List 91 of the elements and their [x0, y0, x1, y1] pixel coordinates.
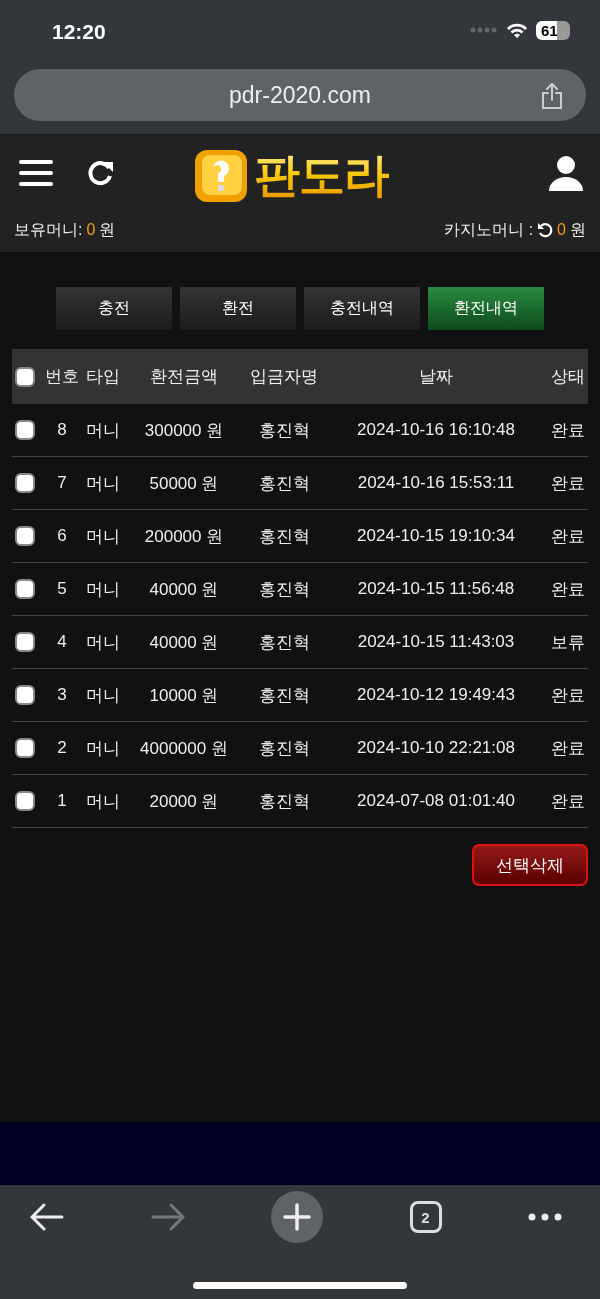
table-cell-text: 20000 원	[148, 790, 220, 813]
wallet-unit: 원	[99, 219, 116, 240]
back-arrow-icon[interactable]	[30, 1203, 64, 1231]
delete-selected-button[interactable]: 선택삭제	[472, 844, 588, 886]
table-cell-text: 2024-10-15 19:10:34	[356, 526, 516, 546]
wallet-label: 보유머니:	[14, 219, 83, 240]
table-cell-text: 홍진혁	[257, 790, 311, 813]
row-checkbox[interactable]	[15, 526, 35, 546]
tab[interactable]: 환전내역	[428, 287, 544, 330]
row-checkbox[interactable]	[15, 791, 35, 811]
tab[interactable]: 충전내역	[304, 287, 420, 330]
table-cell-text: 2024-10-15 11:56:48	[356, 579, 516, 599]
url-text: pdr-2020.com	[229, 81, 371, 109]
table-cell-text: 300000 원	[143, 419, 225, 442]
table-cell-text: 2024-10-12 19:49:43	[356, 685, 516, 705]
table-cell-text: 2	[56, 738, 68, 758]
new-tab-icon[interactable]	[271, 1191, 323, 1243]
tab[interactable]: 환전	[180, 287, 296, 330]
tab-count-icon[interactable]: 2	[409, 1201, 442, 1233]
table-cell-text: 머니	[85, 419, 121, 442]
table-cell-text: 홍진혁	[257, 631, 311, 654]
table-cell-text: 홍진혁	[257, 472, 311, 495]
row-checkbox[interactable]	[15, 685, 35, 705]
table-cell-text: 보류	[550, 631, 586, 654]
table-cell-text: 2024-10-10 22:21:08	[356, 738, 516, 758]
table-cell-text: 200000 원	[143, 525, 225, 548]
table-cell-text: 머니	[85, 578, 121, 601]
table-cell-text: 3	[56, 685, 68, 705]
more-icon[interactable]	[528, 1213, 562, 1221]
table-cell-text: 머니	[85, 790, 121, 813]
table-cell-text: 4000000 원	[139, 737, 229, 760]
table-cell-text: 7	[56, 473, 68, 493]
table-cell-text: 완료	[550, 578, 586, 601]
tab[interactable]: 충전	[56, 287, 172, 330]
casino-label: 카지노머니 :	[444, 219, 534, 240]
forward-arrow-icon[interactable]	[150, 1203, 185, 1231]
row-checkbox[interactable]	[15, 632, 35, 652]
table-cell-text: 40000 원	[148, 631, 220, 654]
row-checkbox[interactable]	[15, 738, 35, 758]
table-cell-text: 홍진혁	[257, 578, 311, 601]
table-cell-text: 2024-10-16 16:10:48	[356, 420, 516, 440]
table-cell-text: 1	[56, 791, 68, 811]
signal-icon	[470, 27, 498, 33]
table-cell-text: 홍진혁	[257, 419, 311, 442]
column-header: 상태	[550, 366, 586, 388]
row-checkbox[interactable]	[15, 579, 35, 599]
row-checkbox[interactable]	[15, 420, 35, 440]
wallet-amount: 0	[86, 221, 96, 239]
question-cube-icon	[192, 147, 250, 205]
refresh-icon[interactable]	[537, 222, 554, 238]
table-cell-text: 머니	[85, 472, 121, 495]
table-cell-text: 2024-10-15 11:43:03	[356, 632, 516, 652]
refresh-icon[interactable]	[87, 158, 115, 187]
battery-icon: 61	[536, 20, 570, 40]
table-cell-text: 40000 원	[148, 578, 220, 601]
row-checkbox[interactable]	[15, 473, 35, 493]
table-cell-text: 머니	[85, 525, 121, 548]
share-icon[interactable]	[540, 82, 564, 110]
user-icon[interactable]	[549, 154, 583, 191]
table-cell-text: 완료	[550, 790, 586, 813]
table-cell-text: 완료	[550, 419, 586, 442]
clock: 12:20	[52, 19, 107, 44]
menu-icon[interactable]	[19, 158, 53, 187]
table-cell-text: 머니	[85, 631, 121, 654]
column-header: 환전금액	[149, 366, 219, 388]
column-header: 번호	[44, 366, 80, 388]
table-cell-text: 2024-07-08 01:01:40	[356, 791, 516, 811]
table-cell-text: 50000 원	[148, 472, 220, 495]
table-cell-text: 6	[56, 526, 68, 546]
table-cell-text: 홍진혁	[257, 525, 311, 548]
wifi-icon	[506, 21, 528, 39]
table-cell-text: 10000 원	[148, 684, 220, 707]
column-header: 날짜	[418, 366, 454, 388]
table-cell-text: 완료	[550, 525, 586, 548]
table-cell-text: 2024-10-16 15:53:11	[356, 473, 516, 493]
table-cell-text: 완료	[550, 684, 586, 707]
address-bar[interactable]: pdr-2020.com	[14, 69, 586, 121]
column-header: 타입	[85, 366, 121, 388]
table-cell-text: 5	[56, 579, 68, 599]
column-header: 입금자명	[249, 366, 319, 388]
table-cell-text: 8	[56, 420, 68, 440]
select-all-checkbox[interactable]	[15, 366, 35, 387]
table-cell-text: 완료	[550, 737, 586, 760]
table-cell-text: 머니	[85, 737, 121, 760]
casino-unit: 원	[570, 219, 586, 240]
table-cell-text: 4	[56, 632, 68, 652]
table-cell-text: 완료	[550, 472, 586, 495]
table-cell-text: 홍진혁	[257, 684, 311, 707]
casino-amount: 0	[557, 221, 566, 239]
table-cell-text: 홍진혁	[257, 737, 311, 760]
table-cell-text: 머니	[85, 684, 121, 707]
